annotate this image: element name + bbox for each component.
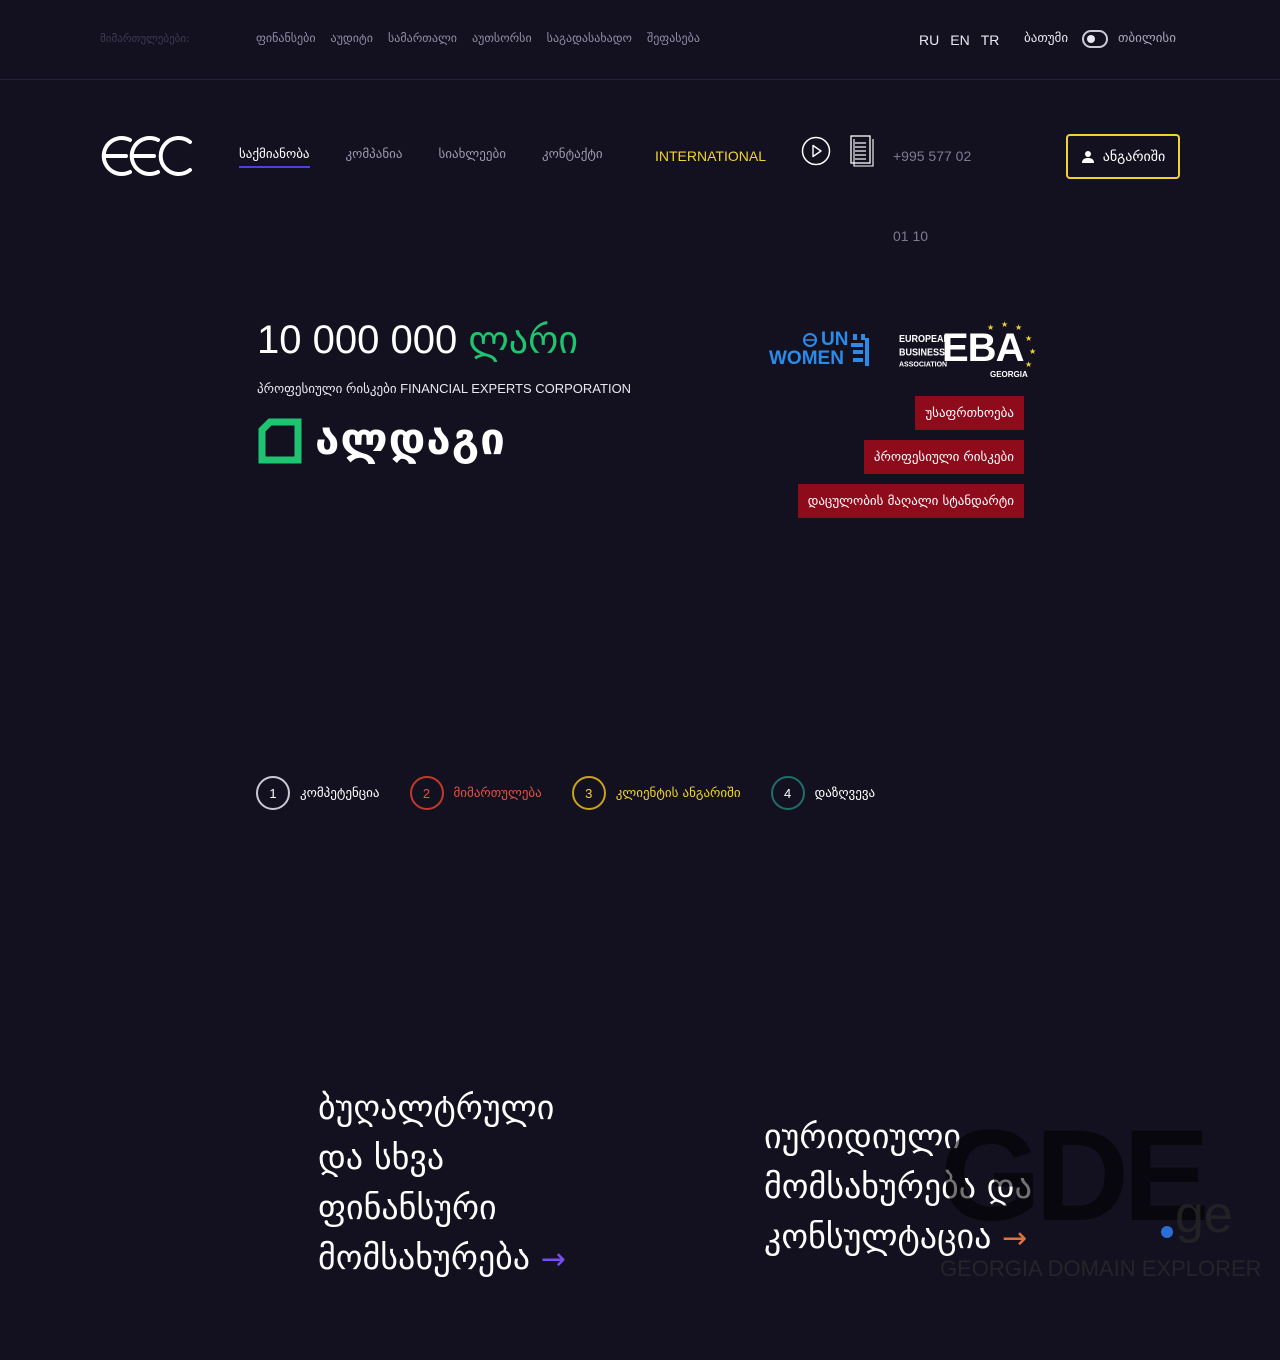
phone-number-continued[interactable]: 01 10 <box>893 228 928 244</box>
aldagi-logo: ალდაგი <box>257 414 506 465</box>
nav-contact[interactable]: კონტაქტი <box>542 147 603 168</box>
eba-star-icon: ★ <box>1025 334 1033 343</box>
watermark-tld: ge <box>1175 1186 1233 1244</box>
tag-security: უსაფრთხოება <box>915 396 1024 430</box>
directions-label: მიმართულებები: <box>100 32 190 45</box>
service-line: მომსახურება <box>318 1238 531 1278</box>
play-circle-icon[interactable] <box>801 136 831 166</box>
directions-nav: ფინანსები აუდიტი სამართალი აუთსორსი საგა… <box>256 31 700 45</box>
city-toggle[interactable] <box>1082 30 1108 48</box>
aldagi-name: ალდაგი <box>315 414 506 465</box>
step-label: კომპეტენცია <box>300 785 380 801</box>
phone-number[interactable]: +995 577 02 <box>893 148 971 164</box>
watermark-caption: GEORGIA DOMAIN EXPLORER <box>940 1256 1262 1281</box>
step-number: 4 <box>770 776 805 810</box>
eba-star-icon: ★ <box>1029 347 1037 356</box>
direction-link-finance[interactable]: ფინანსები <box>256 31 316 45</box>
aldagi-mark-icon <box>258 418 302 463</box>
eba-acronym: EBA <box>942 326 1024 370</box>
eec-logo[interactable] <box>100 132 194 180</box>
step-label: მიმართულება <box>453 785 542 801</box>
toggle-knob <box>1087 35 1095 43</box>
direction-link-valuation[interactable]: შეფასება <box>647 31 700 45</box>
step-number: 2 <box>409 776 444 810</box>
amount-number: 10 000 000 <box>257 318 458 362</box>
step-label: დაზღვევა <box>814 785 876 801</box>
tag-high-protection-standard: დაცულობის მაღალი სტანდარტი <box>797 484 1024 518</box>
document-icon[interactable] <box>850 135 874 167</box>
un-globe-icon <box>803 332 817 347</box>
arrow-right-icon: → <box>540 1242 566 1277</box>
un-women-top: UN <box>821 329 849 350</box>
direction-link-law[interactable]: სამართალი <box>388 31 457 45</box>
step-number: 3 <box>571 776 606 810</box>
amount-currency: ლარი <box>468 318 578 362</box>
eba-star-icon: ★ <box>1015 323 1023 332</box>
step-competence[interactable]: 1 კომპეტენცია <box>256 776 380 810</box>
nav-international[interactable]: INTERNATIONAL <box>655 148 766 164</box>
direction-link-outsource[interactable]: აუთსორსი <box>472 31 532 45</box>
city-batumi[interactable]: ბათუმი <box>1024 31 1068 46</box>
watermark-dot <box>1161 1226 1173 1238</box>
direction-link-tax[interactable]: საგადასახადო <box>547 31 632 45</box>
un-women-bottom: WOMEN <box>769 348 844 369</box>
steps-row: 1 კომპეტენცია 2 მიმართულება 3 კლიენტის ა… <box>256 776 905 810</box>
watermark-logo-text: GDE <box>940 1102 1210 1248</box>
lang-ru[interactable]: RU <box>919 32 939 48</box>
eba-star-icon: ★ <box>987 323 995 332</box>
step-client-account[interactable]: 3 კლიენტის ანგარიში <box>571 776 741 810</box>
eba-logo: EUROPEAN BUSINESS ASSOCIATION EBA GEORGI… <box>899 320 1039 384</box>
account-label: ანგარიში <box>1102 148 1166 165</box>
lang-tr[interactable]: TR <box>981 32 1000 48</box>
step-insurance[interactable]: 4 დაზღვევა <box>770 776 876 810</box>
coverage-amount: 10 000 000 ლარი <box>257 318 578 363</box>
city-tbilisi[interactable]: თბილისი <box>1118 31 1176 46</box>
service-line: ბუღალტრული <box>318 1088 555 1128</box>
user-icon <box>1081 150 1094 163</box>
service-accounting[interactable]: ბუღალტრული და სხვა ფინანსური მომსახურება… <box>318 1083 658 1285</box>
account-button[interactable]: ანგარიში <box>1066 134 1180 179</box>
nav-company[interactable]: კომპანია <box>346 147 403 168</box>
eba-star-icon: ★ <box>1025 360 1033 369</box>
step-direction[interactable]: 2 მიმართულება <box>409 776 542 810</box>
nav-news[interactable]: სიახლეები <box>439 147 506 168</box>
direction-link-audit[interactable]: აუდიტი <box>331 31 373 45</box>
eba-country: GEORGIA <box>990 370 1028 379</box>
service-line: და სხვა <box>318 1138 445 1178</box>
step-label: კლიენტის ანგარიში <box>615 785 741 801</box>
lang-en[interactable]: EN <box>950 32 969 48</box>
nav-activity[interactable]: საქმიანობა <box>239 147 310 168</box>
tag-professional-risks: პროფესიული რისკები <box>863 440 1024 474</box>
amount-subtitle: პროფესიული რისკები FINANCIAL EXPERTS COR… <box>257 381 632 396</box>
un-women-emblem-icon <box>851 334 869 366</box>
un-women-logo: UN WOMEN <box>769 329 869 369</box>
service-line: ფინანსური <box>318 1188 497 1228</box>
language-switcher: RU EN TR <box>919 32 999 48</box>
step-number: 1 <box>256 776 290 810</box>
top-bar: მიმართულებები: ფინანსები აუდიტი სამართალ… <box>0 0 1280 80</box>
gde-watermark: GDE ge GEORGIA DOMAIN EXPLORER <box>940 1102 1262 1285</box>
main-nav: საქმიანობა კომპანია სიახლეები კონტაქტი <box>239 147 639 168</box>
eba-star-icon: ★ <box>1001 320 1009 329</box>
